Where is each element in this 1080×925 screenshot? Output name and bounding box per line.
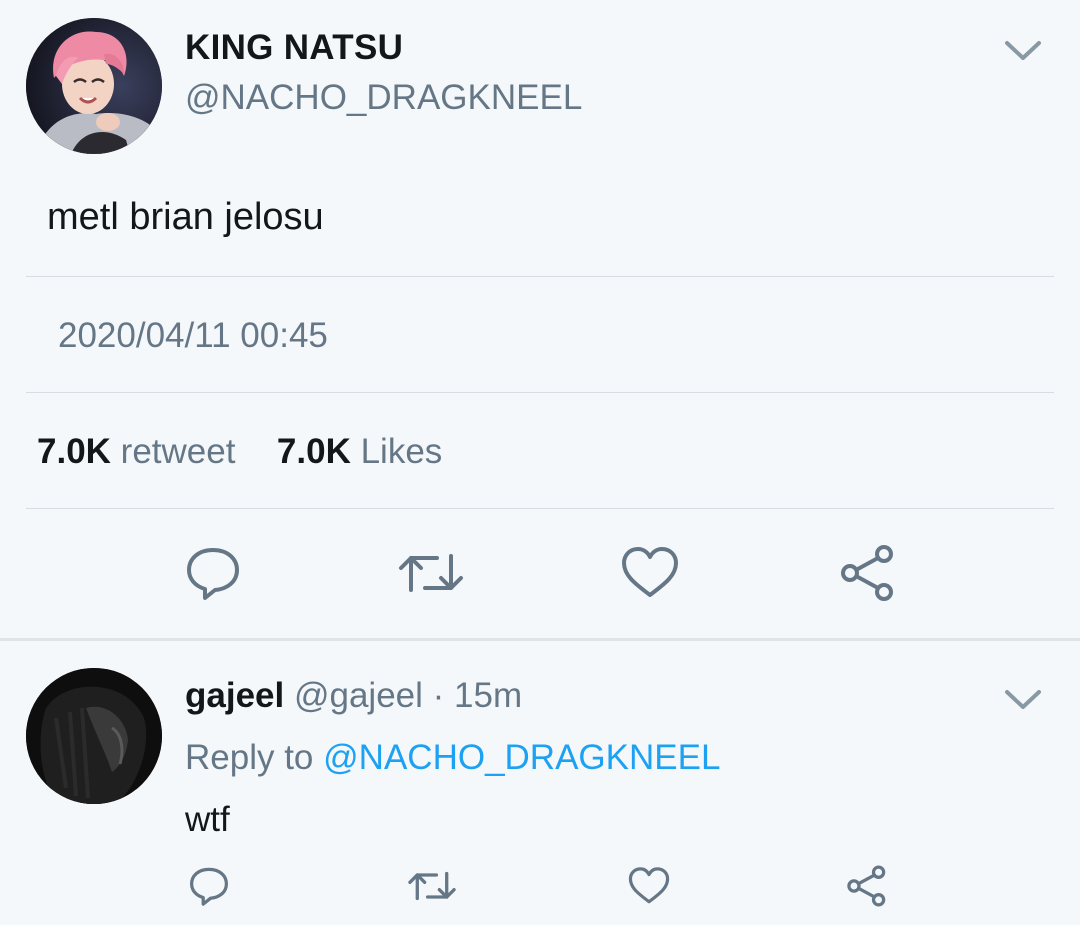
reply-display-name[interactable]: gajeel: [185, 676, 284, 715]
share-icon: [841, 545, 893, 601]
like-stat[interactable]: 7.0K Likes: [267, 432, 442, 471]
display-name[interactable]: KING NATSU: [185, 28, 403, 68]
reply-to-line: Reply to @NACHO_DRAGKNEEL: [185, 738, 720, 778]
reply-separator: ·: [422, 676, 455, 715]
tweet-text: metl brian jelosu: [47, 196, 324, 238]
avatar-photo: [26, 668, 162, 804]
chevron-down-icon[interactable]: [1003, 687, 1043, 713]
reply-icon: [189, 867, 229, 906]
reply-button[interactable]: [180, 542, 246, 604]
retweet-button[interactable]: [406, 864, 458, 908]
divider: [26, 276, 1054, 277]
avatar-photo: [26, 18, 162, 154]
retweet-icon: [408, 871, 456, 901]
like-label: Likes: [360, 432, 443, 471]
tweet-timestamp: 2020/04/11 00:45: [58, 316, 328, 355]
retweet-count: 7.0K: [37, 432, 111, 471]
divider: [26, 392, 1054, 393]
retweet-stat[interactable]: 7.0K retweet: [37, 432, 245, 471]
avatar[interactable]: [26, 18, 162, 154]
reply-button[interactable]: [186, 864, 232, 908]
reply-to-user-link[interactable]: @NACHO_DRAGKNEEL: [323, 738, 720, 777]
like-icon: [622, 547, 678, 597]
reply-to-label: Reply to: [185, 738, 314, 777]
share-button[interactable]: [844, 864, 890, 908]
section-separator: [0, 638, 1080, 641]
share-button[interactable]: [836, 542, 900, 604]
reply-time: 15m: [454, 676, 523, 715]
retweet-icon: [399, 554, 463, 592]
divider: [26, 508, 1054, 509]
retweet-button[interactable]: [396, 542, 466, 604]
chevron-down-icon[interactable]: [1003, 38, 1043, 64]
share-icon: [847, 865, 886, 907]
reply-icon: [187, 548, 239, 600]
tweet-stats: 7.0K retweet 7.0K Likes: [37, 432, 442, 472]
user-handle[interactable]: @NACHO_DRAGKNEEL: [185, 78, 582, 118]
like-count: 7.0K: [276, 432, 351, 471]
like-button[interactable]: [626, 864, 672, 908]
reply-header: gajeel @gajeel · 15m: [185, 676, 522, 716]
reply-text: wtf: [185, 800, 230, 839]
retweet-label: retweet: [120, 432, 236, 471]
reply-user-handle[interactable]: @gajeel: [294, 676, 423, 715]
like-button[interactable]: [618, 542, 682, 604]
reply-avatar[interactable]: [26, 668, 162, 804]
like-icon: [628, 867, 670, 904]
tweet-detail-screen: KING NATSU @NACHO_DRAGKNEEL metl brian j…: [0, 0, 1080, 925]
main-tweet: KING NATSU @NACHO_DRAGKNEEL metl brian j…: [0, 0, 1080, 640]
